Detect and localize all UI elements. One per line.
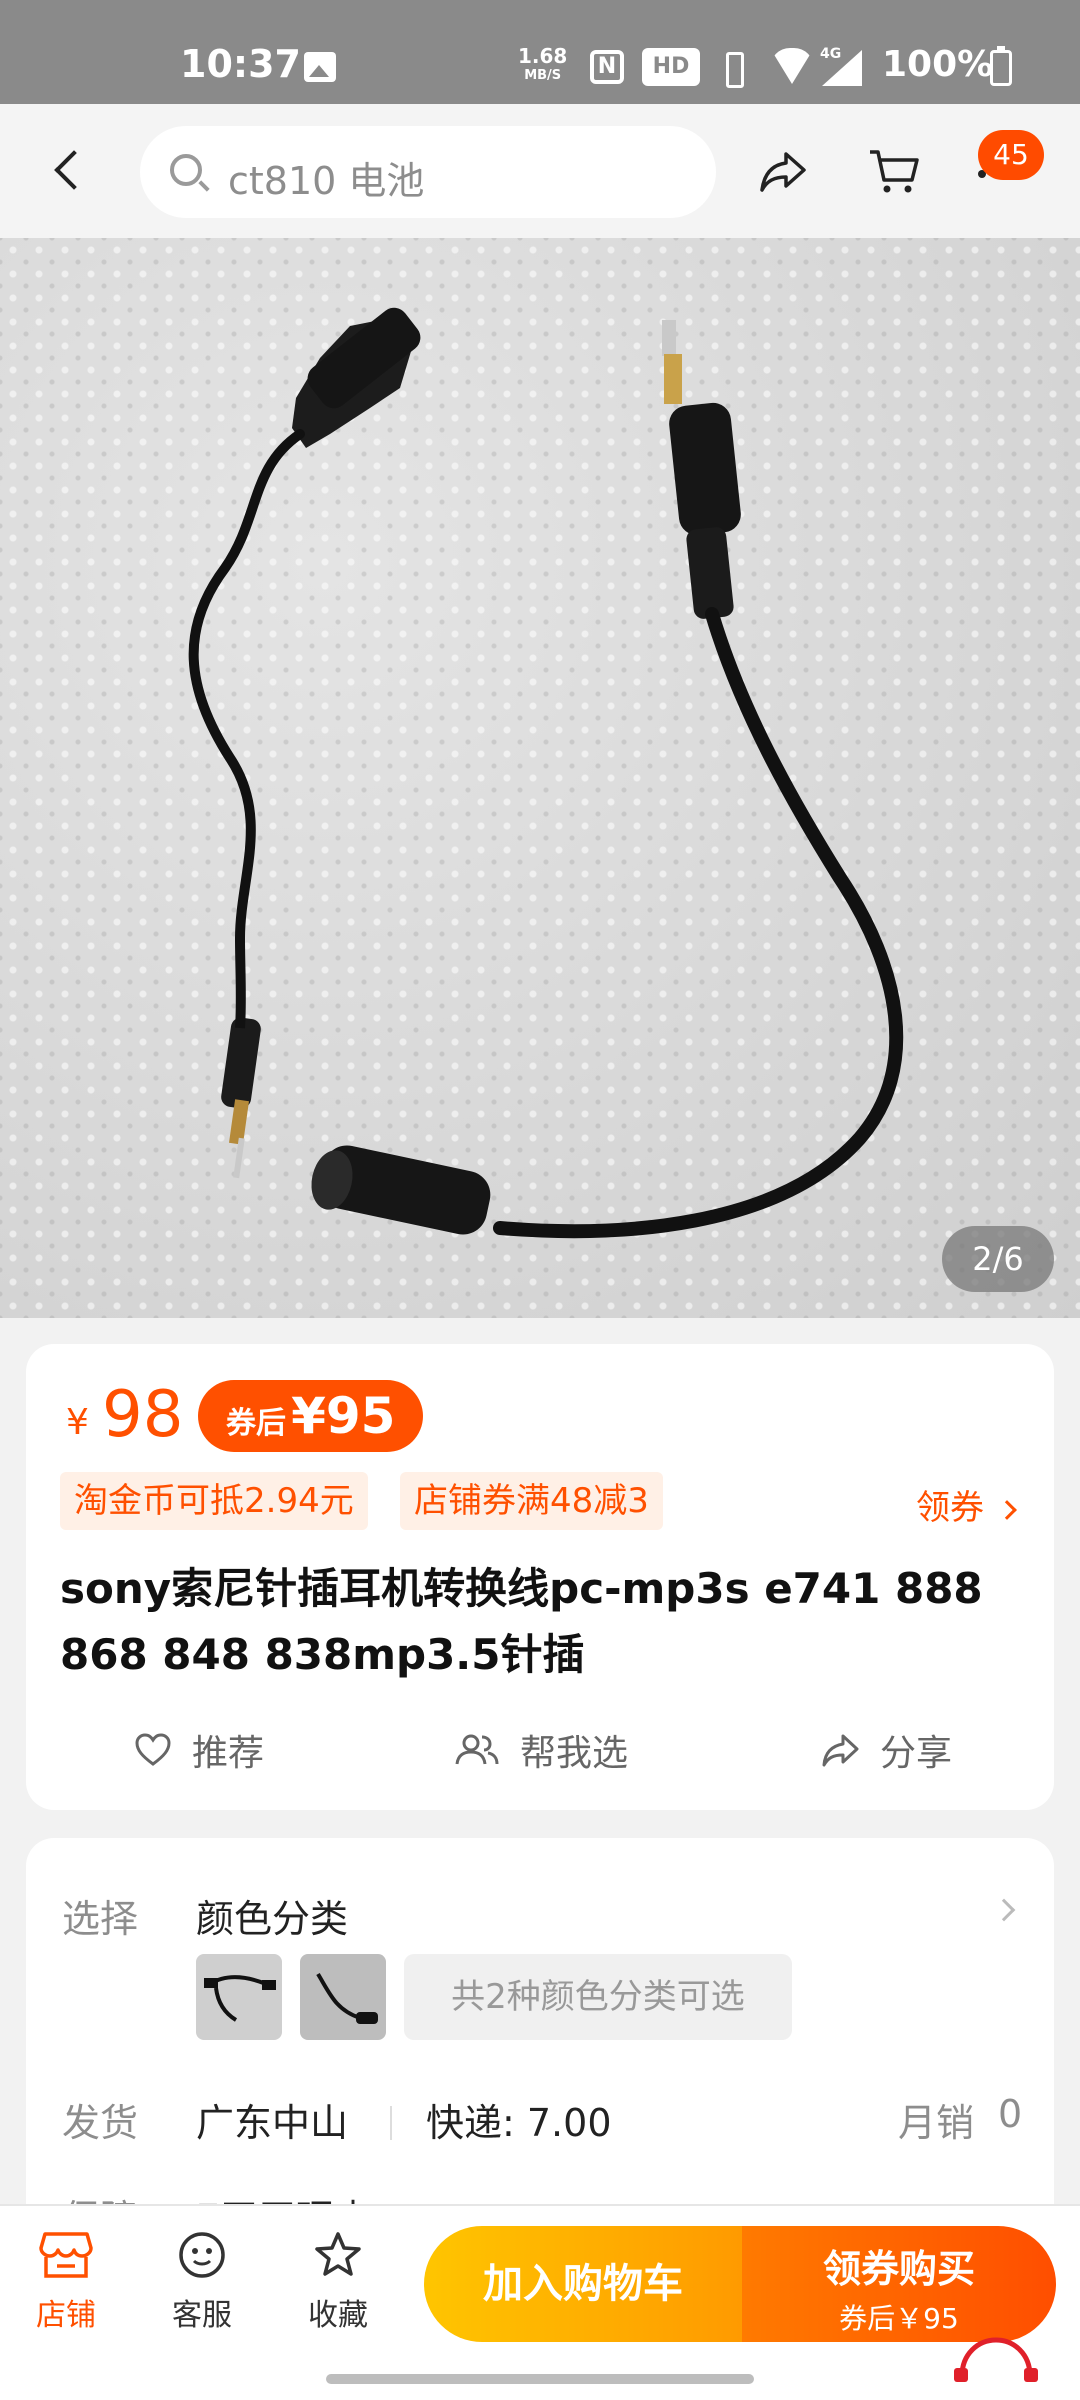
buy-with-coupon-button[interactable]: 领券购买 券后￥95 [742, 2226, 1056, 2342]
shop-label: 店铺 [36, 2298, 96, 2333]
share-icon [822, 1734, 859, 1767]
chevron-right-icon [997, 1499, 1017, 1520]
search-input[interactable]: ct810 电池 [140, 126, 716, 218]
chevron-right-icon[interactable] [992, 1898, 1016, 1922]
top-nav: ct810 电池 45 [0, 104, 1080, 238]
gallery-notification-icon [304, 52, 336, 82]
cable-thumbnail-image [316, 1972, 378, 2024]
back-arrow-icon[interactable] [54, 150, 94, 190]
buy-with-coupon-label: 领券购买 [822, 2247, 975, 2291]
get-coupon-label: 领券 [916, 1488, 984, 1528]
heart-icon [135, 1733, 171, 1766]
monthly-sales-value: 0 [998, 2092, 1023, 2136]
more-variants-button[interactable]: 共2种颜色分类可选 [404, 1954, 792, 2040]
nfc-icon: N [590, 50, 624, 84]
recommend-label: 推荐 [192, 1733, 265, 1774]
cable-illustration [188, 307, 904, 1239]
home-indicator[interactable] [326, 2374, 754, 2384]
shop-button[interactable]: 店铺 [16, 2230, 116, 2334]
status-time: 10:37 [180, 42, 301, 86]
network-speed-value: 1.68 [518, 44, 568, 68]
cart-icon[interactable] [868, 146, 920, 196]
vibrate-icon [716, 50, 748, 88]
customer-service-button[interactable]: 客服 [152, 2230, 252, 2334]
buy-after-coupon-price: 券后￥95 [839, 2302, 959, 2335]
add-to-cart-button[interactable]: 加入购物车 [424, 2226, 742, 2342]
wifi-icon [770, 48, 814, 86]
variant-thumbnail-1[interactable] [196, 1954, 282, 2040]
help-choose-button[interactable]: 帮我选 [454, 1724, 628, 1776]
price-value: 98 [102, 1378, 184, 1452]
coupon-price-value: ¥95 [291, 1387, 396, 1445]
image-counter: 2/6 [942, 1226, 1054, 1292]
color-category[interactable]: 颜色分类 [196, 1888, 348, 1943]
product-image[interactable]: 2/6 [0, 238, 1080, 1318]
ship-label: 发货 [62, 2101, 139, 2145]
status-bar: 10:37 1.68 MB/S N HD 4G 100% [0, 0, 1080, 104]
headphones-logo-icon [954, 2337, 1038, 2382]
coupon-price-badge: 券后 ¥95 [198, 1380, 424, 1452]
search-icon [170, 154, 202, 186]
product-title: sony索尼针插耳机转换线pc-mp3s e741 888 868 848 83… [60, 1564, 983, 1679]
customer-service-label: 客服 [172, 2298, 232, 2333]
shop-icon [39, 2232, 93, 2278]
star-icon [315, 2232, 361, 2276]
express-fee: 快递: 7.00 [426, 2101, 612, 2145]
cable-thumbnail-image [204, 1975, 276, 2022]
customer-service-icon [179, 2232, 225, 2278]
ship-from: 广东中山 [196, 2101, 349, 2145]
network-speed: 1.68 MB/S [518, 46, 567, 86]
network-type: 4G [820, 46, 842, 62]
share-button[interactable]: 分享 [820, 1724, 952, 1776]
coin-discount-tag: 淘金币可抵2.94元 [60, 1472, 368, 1530]
share-label: 分享 [880, 1733, 953, 1774]
network-speed-unit: MB/S [524, 68, 562, 83]
share-icon[interactable] [758, 148, 808, 194]
cart-badge: 45 [978, 130, 1044, 180]
get-coupon-link[interactable]: 领券 [916, 1480, 1017, 1529]
variant-thumbnail-2[interactable] [300, 1954, 386, 2040]
coupon-price-prefix: 券后 [226, 1406, 286, 1441]
favorite-label: 收藏 [308, 2298, 368, 2333]
divider [390, 2106, 392, 2140]
select-label: 选择 [62, 1897, 139, 1941]
recommend-button[interactable]: 推荐 [134, 1724, 264, 1776]
battery-icon [990, 46, 1012, 86]
bottom-action-bar: 店铺 客服 收藏 加入购物车 领券购买 券后￥95 [0, 2204, 1080, 2400]
monthly-sales-label: 月销 [898, 2101, 975, 2145]
store-coupon-tag: 店铺券满48减3 [400, 1472, 663, 1530]
product-info-card: ¥ 98 券后 ¥95 淘金币可抵2.94元 店铺券满48减3 领券 sony索… [26, 1344, 1054, 1810]
price-currency: ¥ [66, 1402, 89, 1443]
favorite-button[interactable]: 收藏 [288, 2230, 388, 2334]
battery-level: 100% [882, 44, 994, 85]
help-choose-label: 帮我选 [520, 1733, 629, 1774]
search-query: ct810 电池 [228, 159, 425, 203]
people-icon [455, 1734, 499, 1765]
hd-icon: HD [642, 48, 700, 86]
